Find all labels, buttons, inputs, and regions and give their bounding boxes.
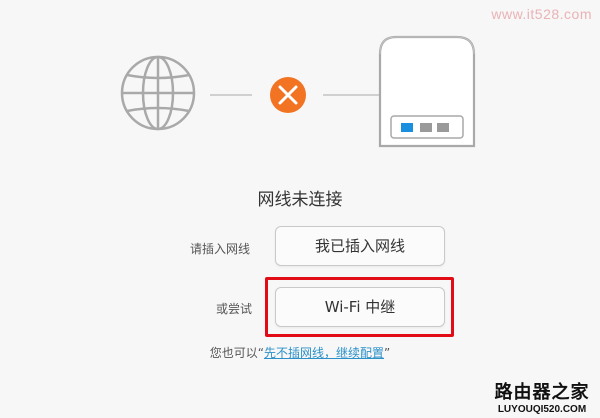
highlight-box	[265, 277, 454, 337]
hint-close-quote: ”	[384, 346, 391, 360]
connection-diagram	[120, 35, 476, 148]
hint-text: 您也可以“先不插网线，继续配置”	[0, 344, 600, 361]
brand-name: 路由器之家	[494, 382, 590, 403]
x-circle-icon	[270, 77, 306, 113]
port-lan-icon	[437, 123, 449, 132]
brand-logo: 路由器之家 LUYOUQI520.COM	[486, 382, 598, 416]
hint-prefix: 您也可以	[209, 346, 258, 360]
continue-without-cable-link[interactable]: 先不插网线，继续配置	[264, 346, 384, 360]
port-lan-active-icon	[401, 123, 413, 132]
brand-url: LUYOUQI520.COM	[497, 404, 587, 415]
globe-icon	[120, 55, 196, 131]
status-title: 网线未连接	[257, 190, 343, 210]
router-icon	[378, 35, 476, 148]
or-try-label: 或尝试	[216, 302, 253, 316]
cable-plugged-button[interactable]: 我已插入网线	[275, 226, 445, 266]
port-lan-icon	[420, 123, 432, 132]
plug-prompt-label: 请插入网线	[190, 242, 251, 256]
